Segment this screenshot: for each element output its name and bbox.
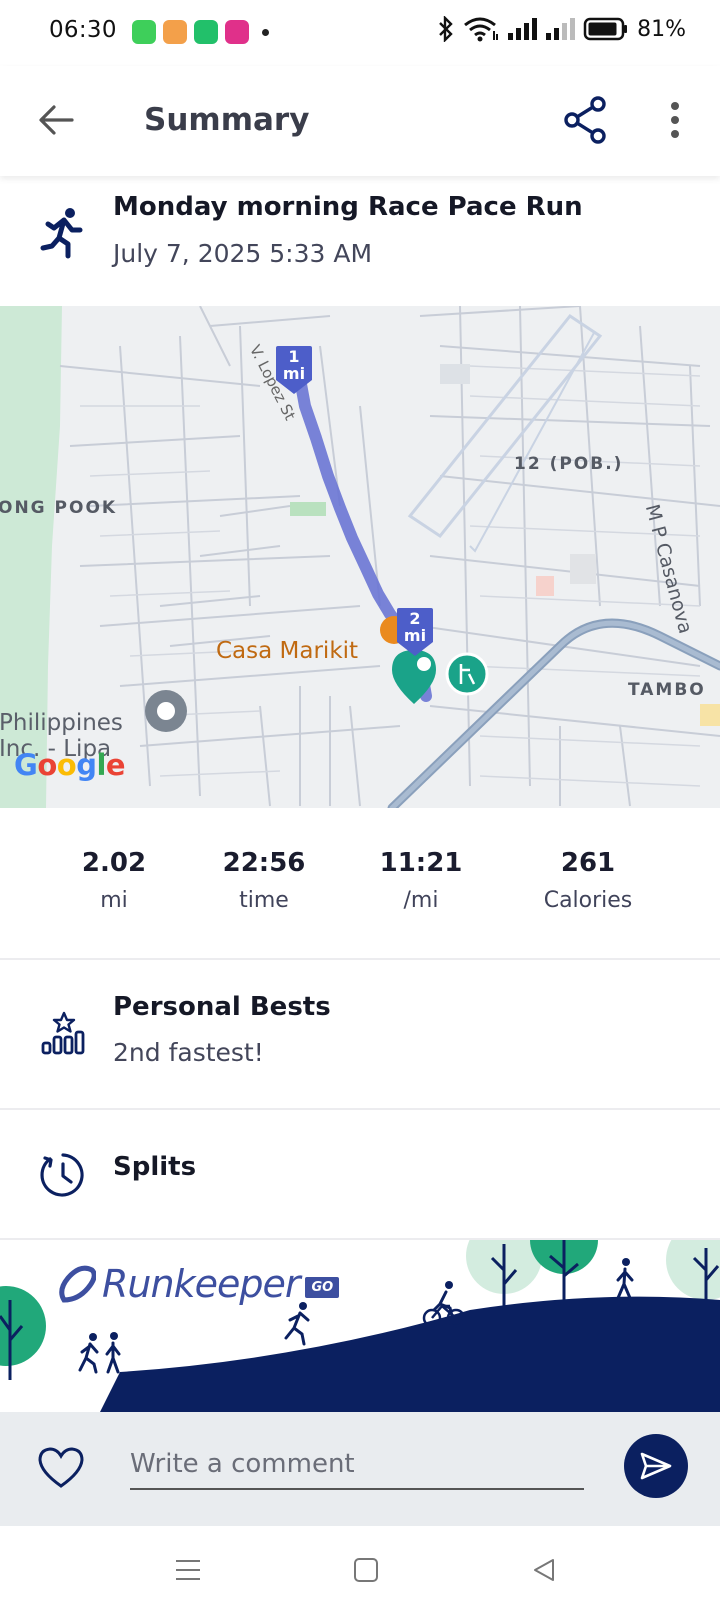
more-dot-icon xyxy=(671,130,679,138)
bar-chart-star-icon xyxy=(41,1011,85,1055)
map-label-pob: 12 (POB.) xyxy=(514,454,624,474)
stat-pace: 11:21 /mi xyxy=(366,848,476,913)
stat-value: 11:21 xyxy=(379,848,463,878)
map-poi-casa-marikit[interactable]: Casa Marikit xyxy=(216,638,358,664)
personal-bests-subtitle: 2nd fastest! xyxy=(113,1038,264,1067)
wifi-icon xyxy=(464,17,499,42)
stat-time: 22:56 time xyxy=(209,848,319,913)
stats-row: 2.02 mi 22:56 time 11:21 /mi 261 Calorie… xyxy=(0,808,720,960)
stat-unit: Calories xyxy=(543,888,633,913)
stat-value: 2.02 xyxy=(81,848,147,878)
system-nav-bar xyxy=(0,1526,720,1612)
share-button[interactable] xyxy=(560,94,612,146)
android-app-icon xyxy=(132,20,156,44)
map-poi-line1: Philippines xyxy=(0,710,123,736)
send-icon xyxy=(640,1452,672,1480)
stat-value: 22:56 xyxy=(222,848,306,878)
more-options-button[interactable] xyxy=(660,98,690,142)
splits-title: Splits xyxy=(113,1152,197,1182)
page-title: Summary xyxy=(144,102,310,138)
mile-marker-1[interactable]: 1 mi xyxy=(274,344,314,396)
lazada-app-icon xyxy=(225,20,249,44)
mile-marker-unit: mi xyxy=(403,626,427,645)
menu-lines-icon xyxy=(176,1560,200,1580)
runkeeper-banner: Runkeeper GO xyxy=(0,1240,720,1412)
brand-go-badge: GO xyxy=(305,1276,340,1298)
nav-home-button[interactable] xyxy=(348,1552,384,1588)
status-time: 06:30 xyxy=(49,17,117,43)
personal-bests-title: Personal Bests xyxy=(113,992,331,1022)
like-button[interactable] xyxy=(37,1446,85,1490)
stat-unit: time xyxy=(239,888,289,913)
activity-header: Monday morning Race Pace Run July 7, 202… xyxy=(0,176,720,306)
notification-dot-icon xyxy=(262,28,269,36)
comment-bar xyxy=(0,1412,720,1526)
more-dot-icon xyxy=(671,102,679,110)
stat-distance: 2.02 mi xyxy=(64,848,164,913)
route-map[interactable]: V. Lopez St ONG POOK 12 (POB.) TAMBO M P… xyxy=(0,306,720,808)
signal-1-icon xyxy=(508,18,538,40)
map-label-pook: ONG POOK xyxy=(0,498,118,518)
activity-date: July 7, 2025 5:33 AM xyxy=(113,239,373,268)
activity-title: Monday morning Race Pace Run xyxy=(113,192,583,222)
signal-2-icon xyxy=(546,18,576,40)
status-bar: 06:30 81% xyxy=(0,0,720,66)
nav-recent-button[interactable] xyxy=(170,1552,206,1588)
mile-marker-num: 2 xyxy=(409,609,421,628)
runkeeper-logo: Runkeeper GO xyxy=(58,1262,340,1306)
personal-bests-row[interactable]: Personal Bests 2nd fastest! xyxy=(0,960,720,1110)
mile-marker-2[interactable]: 2 mi xyxy=(395,606,435,658)
stopwatch-icon xyxy=(40,1153,84,1197)
mile-marker-unit: mi xyxy=(282,364,306,383)
back-button[interactable] xyxy=(34,98,78,142)
brand-name: Runkeeper xyxy=(102,1262,300,1306)
stat-unit: mi xyxy=(100,888,128,913)
google-logo: Google xyxy=(14,748,126,782)
triangle-back-icon xyxy=(534,1559,554,1581)
more-dot-icon xyxy=(671,116,679,124)
stat-calories: 261 Calories xyxy=(526,848,650,913)
share-icon xyxy=(564,96,606,144)
heart-icon xyxy=(38,1447,84,1488)
comment-input[interactable] xyxy=(130,1440,584,1490)
runkeeper-logo-icon xyxy=(59,1265,96,1303)
bluetooth-icon xyxy=(439,16,453,42)
nav-back-button[interactable] xyxy=(526,1552,562,1588)
stat-value: 261 xyxy=(560,848,616,878)
arrow-left-icon xyxy=(39,105,74,135)
status-app-icons xyxy=(132,20,269,44)
game-app-icon xyxy=(163,20,187,44)
status-indicators: 81% xyxy=(437,16,686,42)
square-icon xyxy=(354,1558,378,1582)
stat-unit: /mi xyxy=(403,888,439,913)
battery-percentage: 81% xyxy=(637,16,686,42)
splits-row[interactable]: Splits xyxy=(0,1110,720,1240)
green-app-icon xyxy=(194,20,218,44)
map-label-tambo: TAMBO xyxy=(628,680,706,700)
send-button[interactable] xyxy=(624,1434,688,1498)
runner-icon xyxy=(40,208,83,259)
app-bar: Summary xyxy=(0,66,720,176)
battery-icon xyxy=(583,17,628,41)
mile-marker-num: 1 xyxy=(288,347,300,366)
